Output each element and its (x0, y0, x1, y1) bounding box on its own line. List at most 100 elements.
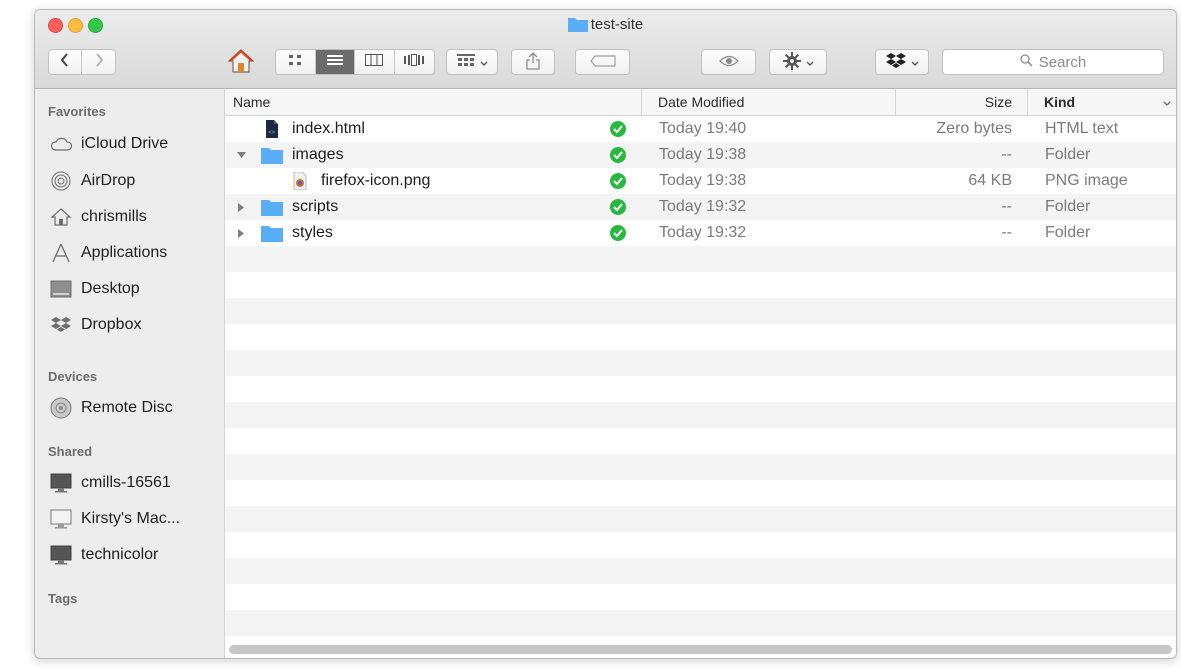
home-folder-icon (48, 208, 74, 226)
cover-flow-icon (404, 53, 425, 71)
empty-row (225, 506, 1176, 532)
sidebar-item-label: technicolor (81, 546, 159, 563)
file-list: Name Date Modified Size Kind <> index.ht… (225, 89, 1176, 658)
sidebar-item-airdrop[interactable]: AirDrop (48, 167, 135, 195)
back-button[interactable] (49, 50, 82, 74)
sidebar-item-label: Remote Disc (81, 399, 173, 416)
home-button[interactable] (225, 48, 257, 76)
svg-text:<>: <> (268, 129, 276, 136)
tag-icon (589, 54, 616, 70)
sync-check-icon (610, 168, 626, 194)
sidebar-item-kirstys-mac[interactable]: Kirsty's Mac... (48, 505, 180, 533)
computer-icon (48, 509, 74, 529)
folder-icon (261, 194, 283, 220)
column-kind-label: Kind (1044, 94, 1076, 110)
sidebar-item-remote-disc[interactable]: Remote Disc (48, 394, 173, 422)
cloud-icon (48, 137, 74, 151)
finder-window: test-site Search Favorites iCloud Drive … (34, 9, 1177, 659)
file-date: Today 19:40 (659, 120, 747, 137)
sidebar-heading-tags: Tags (48, 591, 78, 606)
sidebar-heading-shared: Shared (48, 444, 93, 459)
sidebar-heading-favorites: Favorites (48, 104, 106, 119)
dropbox-icon (885, 52, 906, 72)
chevron-down-icon (1163, 94, 1171, 110)
column-kind[interactable]: Kind (1027, 89, 1175, 115)
sidebar-item-label: chrismills (81, 208, 147, 225)
file-date: Today 19:38 (659, 172, 747, 189)
folder-icon (261, 220, 283, 246)
sidebar-item-technicolor[interactable]: technicolor (48, 541, 158, 569)
sidebar-item-desktop[interactable]: Desktop (48, 275, 140, 303)
tag-button[interactable] (575, 49, 630, 75)
icon-view-icon (288, 53, 302, 71)
empty-row (225, 558, 1176, 584)
file-row-images[interactable]: images Today 19:38 -- Folder (225, 142, 1176, 168)
sidebar-item-chrismills[interactable]: chrismills (48, 203, 147, 231)
share-icon (526, 51, 540, 73)
file-kind: HTML text (1045, 120, 1119, 137)
file-row-styles[interactable]: styles Today 19:32 -- Folder (225, 220, 1176, 246)
sidebar-item-icloud-drive[interactable]: iCloud Drive (48, 130, 168, 158)
dropbox-button[interactable] (875, 49, 929, 75)
column-date-modified[interactable]: Date Modified (641, 89, 895, 115)
file-size: -- (1001, 198, 1012, 215)
file-kind: Folder (1045, 224, 1091, 241)
eye-icon (718, 55, 739, 70)
disclosure-triangle-collapsed-icon[interactable] (237, 194, 245, 220)
file-size: Zero bytes (936, 120, 1012, 137)
file-date: Today 19:32 (659, 224, 747, 241)
sidebar-item-label: cmills-16561 (81, 474, 171, 491)
action-button[interactable] (769, 49, 827, 75)
sidebar-item-applications[interactable]: Applications (48, 239, 167, 267)
sync-check-icon (610, 194, 626, 220)
home-icon (227, 48, 255, 76)
column-name[interactable]: Name (233, 89, 633, 115)
file-name: firefox-icon.png (321, 172, 431, 189)
sidebar-item-label: Dropbox (81, 316, 142, 333)
png-file-icon (293, 168, 307, 194)
disclosure-triangle-collapsed-icon[interactable] (237, 220, 245, 246)
sync-check-icon (610, 116, 626, 142)
file-row-index-html[interactable]: <> index.html Today 19:40 Zero bytes HTM… (225, 116, 1176, 142)
sidebar: Favorites iCloud Drive AirDrop chrismill… (35, 89, 225, 658)
arrange-icon (456, 53, 475, 71)
view-switcher (275, 49, 435, 75)
horizontal-scrollbar[interactable] (229, 645, 1172, 654)
sidebar-item-dropbox[interactable]: Dropbox (48, 311, 141, 339)
empty-row (225, 246, 1176, 272)
cover-flow-button[interactable] (395, 50, 434, 74)
gear-icon (782, 51, 801, 73)
forward-button[interactable] (82, 50, 115, 74)
file-row-firefox-icon-png[interactable]: firefox-icon.png Today 19:38 64 KB PNG i… (225, 168, 1176, 194)
empty-row (225, 610, 1176, 636)
column-size[interactable]: Size (895, 89, 1025, 115)
computer-icon (48, 545, 74, 565)
sidebar-item-label: iCloud Drive (81, 135, 169, 152)
search-icon (1020, 53, 1033, 71)
search-field[interactable]: Search (942, 49, 1164, 75)
column-view-button[interactable] (355, 50, 395, 74)
share-button[interactable] (511, 49, 555, 75)
rows-container: <> index.html Today 19:40 Zero bytes HTM… (225, 116, 1176, 656)
column-view-icon (365, 53, 384, 71)
dropbox-icon (48, 317, 74, 333)
sidebar-item-label: Desktop (81, 280, 140, 297)
icon-view-button[interactable] (276, 50, 316, 74)
nav-buttons (48, 49, 116, 75)
file-kind: Folder (1045, 198, 1091, 215)
arrange-button[interactable] (446, 49, 498, 75)
file-name: scripts (292, 198, 339, 215)
list-view-icon (326, 53, 343, 71)
file-size: -- (1001, 224, 1012, 241)
file-row-scripts[interactable]: scripts Today 19:32 -- Folder (225, 194, 1176, 220)
sidebar-item-cmills-16561[interactable]: cmills-16561 (48, 469, 171, 497)
applications-icon (48, 243, 74, 263)
quicklook-button[interactable] (701, 49, 756, 75)
list-view-button[interactable] (315, 50, 355, 74)
file-date: Today 19:32 (659, 198, 747, 215)
chevron-right-icon (94, 52, 104, 72)
disclosure-triangle-expanded-icon[interactable] (237, 142, 246, 168)
chevron-down-icon (911, 55, 919, 70)
sidebar-heading-devices: Devices (48, 369, 98, 384)
window-title: test-site (35, 16, 1176, 36)
